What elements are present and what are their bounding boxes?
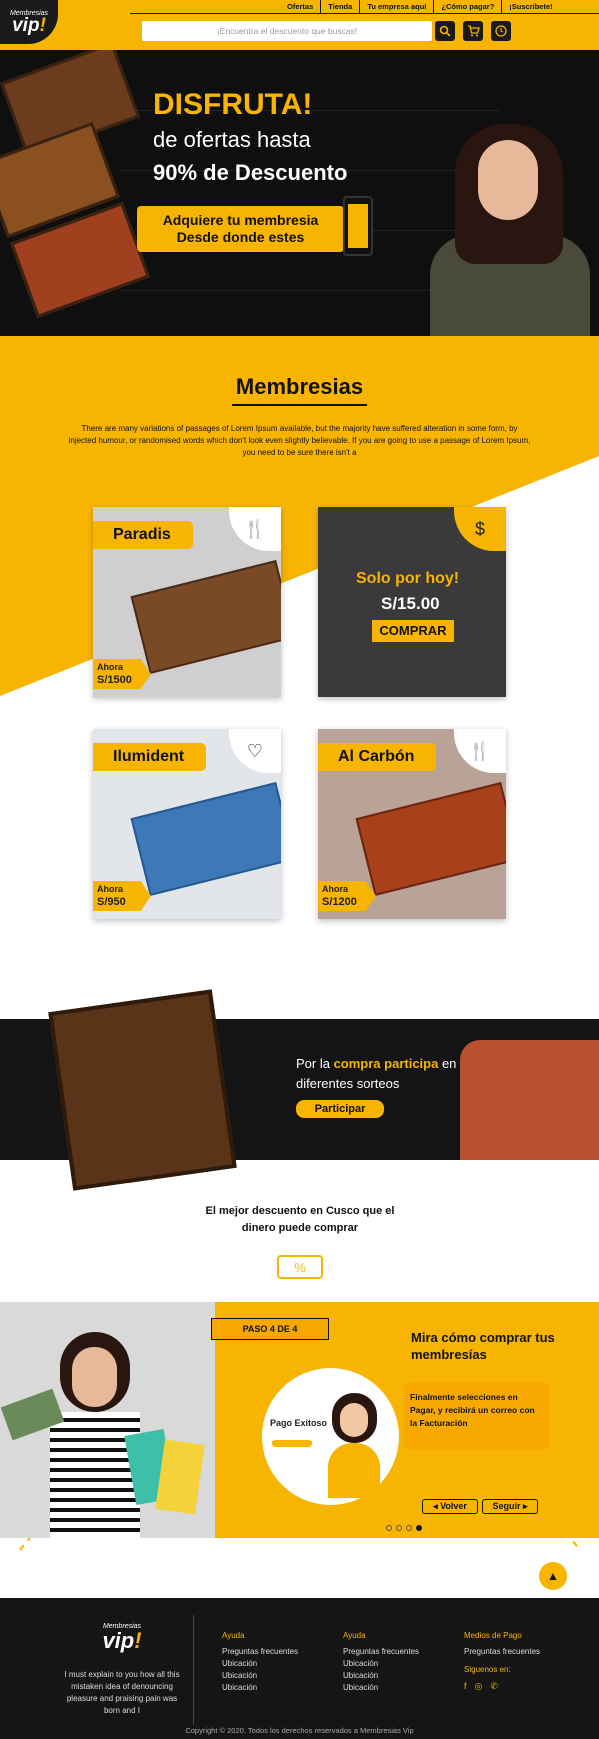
search-icon bbox=[439, 25, 451, 37]
sorteos-text: Por la compra participa en diferentes so… bbox=[296, 1056, 457, 1091]
footer-col-title: Ayuda bbox=[343, 1631, 366, 1640]
search-button[interactable] bbox=[435, 21, 455, 41]
footer-link[interactable]: Ubicación bbox=[343, 1670, 419, 1682]
facebook-icon[interactable]: f bbox=[464, 1680, 467, 1692]
footer-logo[interactable]: Membresias vip! bbox=[94, 1623, 150, 1657]
promo-price: S/15.00 bbox=[381, 594, 440, 613]
steps-title: Mira cómo comprar tus membresías bbox=[411, 1330, 555, 1362]
payment-success-illustration: Pago Exitoso bbox=[262, 1368, 399, 1505]
card-ilumident[interactable]: Ilumident ♡ Ahora S/950 bbox=[93, 729, 281, 919]
follow-title: Siguenos en: bbox=[464, 1665, 511, 1674]
footer-link[interactable]: Preguntas frecuentes bbox=[343, 1646, 419, 1658]
footer-link[interactable]: Ubicación bbox=[343, 1682, 419, 1694]
carousel-dot[interactable] bbox=[406, 1525, 412, 1531]
nav-divider bbox=[130, 13, 599, 14]
footer-link[interactable]: Ubicación bbox=[222, 1670, 298, 1682]
hero-subtitle: de ofertas hasta bbox=[153, 127, 311, 152]
card-al-carbon[interactable]: Al Carbón 🍴 Ahora S/1200 bbox=[318, 729, 506, 919]
hero-cta-button[interactable]: Adquiere tu membresia Desde donde estes bbox=[137, 206, 344, 252]
best-discount-text: El mejor descuento en Cusco que el dinero… bbox=[205, 1205, 395, 1234]
membresias-text: There are many variations of passages of… bbox=[68, 424, 531, 457]
nav-tu-empresa[interactable]: Tu empresa aquí bbox=[359, 0, 433, 13]
footer-link[interactable]: Ubicación bbox=[222, 1658, 298, 1670]
footer-col-ayuda-2: Ayuda Preguntas frecuentes Ubicación Ubi… bbox=[343, 1630, 419, 1694]
account-button[interactable] bbox=[491, 21, 511, 41]
next-button[interactable]: Seguir ▸ bbox=[482, 1499, 538, 1514]
hero-discount: 90% de Descuento bbox=[153, 160, 348, 185]
hero-woman-face bbox=[478, 140, 538, 220]
footer-col-pago: Medios de Pago Preguntas frecuentes Sigu… bbox=[464, 1630, 540, 1692]
whatsapp-icon[interactable]: ✆ bbox=[490, 1680, 498, 1692]
cart-icon bbox=[467, 25, 480, 37]
card-paradis[interactable]: Paradis 🍴 Ahora S/1500 bbox=[93, 507, 281, 697]
card-title: Al Carbón bbox=[318, 743, 437, 771]
card-title: Paradis bbox=[93, 521, 193, 549]
hero-title: DISFRUTA! bbox=[153, 88, 313, 121]
footer-col-title: Medios de Pago bbox=[464, 1631, 522, 1640]
carousel-dot[interactable] bbox=[396, 1525, 402, 1531]
membresias-title: Membresias bbox=[235, 374, 364, 399]
instagram-icon[interactable]: ◎ bbox=[475, 1680, 483, 1692]
footer-link[interactable]: Preguntas frecuentes bbox=[222, 1646, 298, 1658]
card-price: Ahora S/1500 bbox=[93, 659, 151, 689]
nav-como-pagar[interactable]: ¿Cómo pagar? bbox=[433, 0, 501, 13]
promo-text: Solo por hoy! bbox=[356, 570, 460, 587]
participar-button[interactable]: Participar bbox=[296, 1100, 384, 1118]
carousel-dot[interactable] bbox=[386, 1525, 392, 1531]
arrow-up-icon: ▲ bbox=[547, 1569, 559, 1583]
step-description: Finalmente selecciones en Pagar, y recib… bbox=[404, 1383, 549, 1449]
shopping-woman-image bbox=[0, 1302, 215, 1538]
step-badge: PASO 4 DE 4 bbox=[211, 1318, 329, 1340]
footer-divider bbox=[193, 1615, 194, 1725]
copyright: Copyright © 2020. Todos los derechos res… bbox=[185, 1726, 414, 1735]
carousel-dots bbox=[386, 1525, 422, 1531]
nav-suscribete[interactable]: ¡Suscríbete! bbox=[501, 0, 559, 13]
nav-ofertas[interactable]: Ofertas bbox=[280, 0, 320, 13]
nav-tienda[interactable]: Tienda bbox=[320, 0, 359, 13]
comprar-button[interactable]: COMPRAR bbox=[372, 620, 454, 642]
title-underline bbox=[232, 404, 367, 406]
card-title: Ilumident bbox=[93, 743, 207, 771]
card-price: Ahora S/1200 bbox=[318, 881, 376, 911]
clock-icon bbox=[495, 25, 507, 37]
footer-link[interactable]: Preguntas frecuentes bbox=[464, 1646, 540, 1658]
phone-image bbox=[343, 196, 373, 256]
scroll-top-button[interactable]: ▲ bbox=[539, 1562, 567, 1590]
footer-link[interactable]: Ubicación bbox=[343, 1658, 419, 1670]
carousel-dot-active[interactable] bbox=[416, 1525, 422, 1531]
hero-cta-line2: Desde donde estes bbox=[176, 229, 305, 245]
footer-link[interactable]: Ubicación bbox=[222, 1682, 298, 1694]
cart-button[interactable] bbox=[463, 21, 483, 41]
footer-col-ayuda: Ayuda Preguntas frecuentes Ubicación Ubi… bbox=[222, 1630, 298, 1694]
logo-line2: vip! bbox=[12, 14, 46, 36]
footer-description: I must explain to you how all this mista… bbox=[64, 1670, 180, 1715]
back-button[interactable]: ◂ Volver bbox=[422, 1499, 478, 1514]
search-input[interactable]: ¡Encuentra el descuento que buscas! bbox=[142, 21, 432, 41]
top-nav: Ofertas Tienda Tu empresa aquí ¿Cómo pag… bbox=[280, 0, 560, 13]
card-price: Ahora S/950 bbox=[93, 881, 151, 911]
circle-title: Pago Exitoso bbox=[270, 1418, 328, 1428]
svg-text:%: % bbox=[294, 1260, 306, 1275]
poster-image bbox=[48, 989, 237, 1191]
footer-col-title: Ayuda bbox=[222, 1631, 245, 1640]
hero-cta-line1: Adquiere tu membresia bbox=[162, 212, 319, 228]
